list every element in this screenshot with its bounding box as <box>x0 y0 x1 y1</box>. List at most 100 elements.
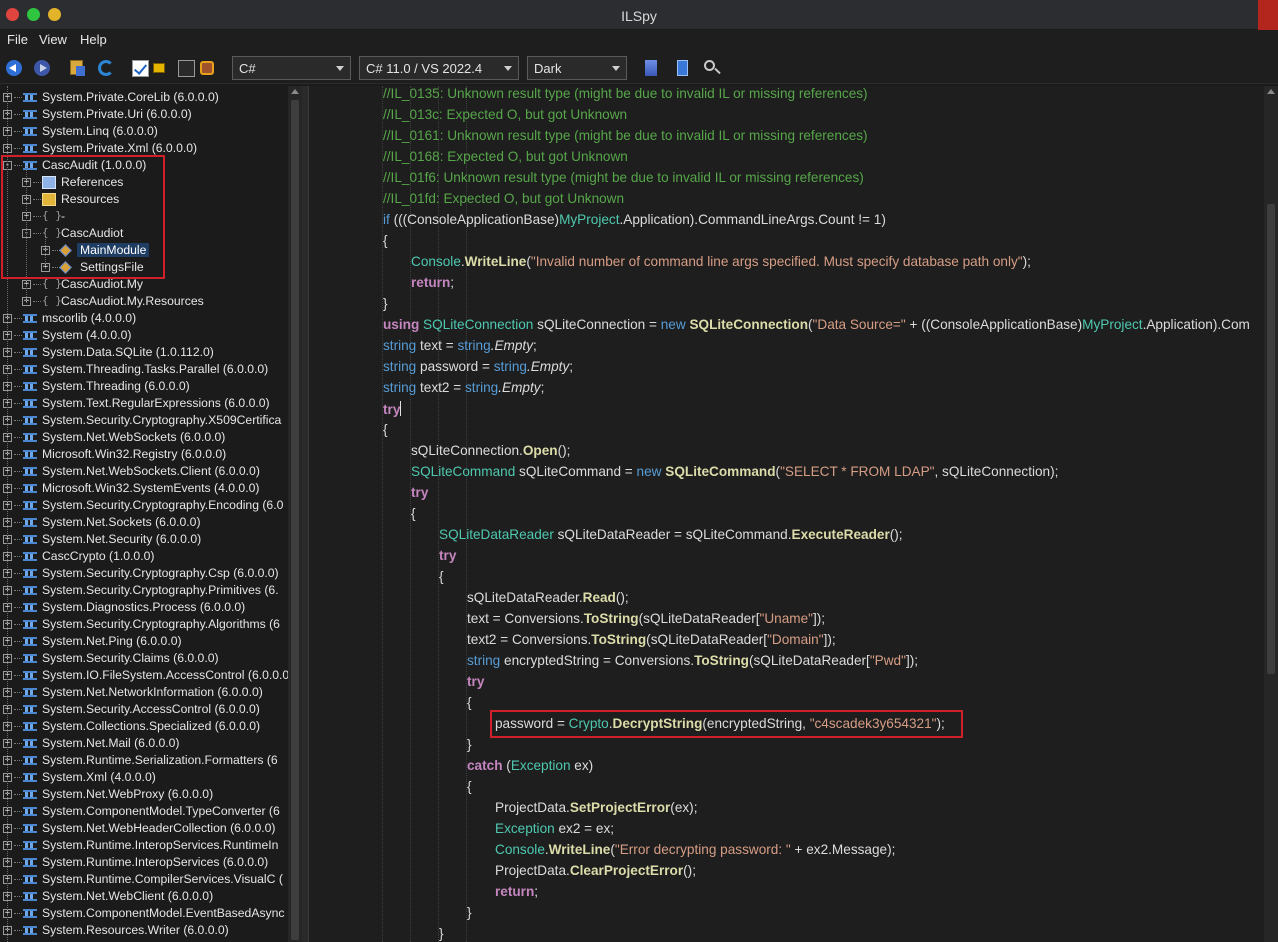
tree-node[interactable]: + System.Text.RegularExpressions (6.0.0.0… <box>0 395 288 412</box>
tree-node[interactable]: + System.Net.WebHeaderCollection (6.0.0.0… <box>0 820 288 837</box>
code-token: } <box>467 737 472 752</box>
code-token: WriteLine <box>464 254 527 269</box>
code-token: ToString <box>591 632 647 647</box>
search-icon[interactable] <box>704 60 715 71</box>
tree-node[interactable]: + System.Resources.Writer (6.0.0.0) <box>0 922 288 939</box>
tree-node[interactable]: + System.Runtime.InteropServices (6.0.0.0… <box>0 854 288 871</box>
menu-view[interactable]: View <box>39 32 67 47</box>
tree-node[interactable]: + System (4.0.0.0) <box>0 327 288 344</box>
scrollbar-thumb[interactable] <box>1267 204 1275 674</box>
tree-node-label: System.Net.NetworkInformation (6.0.0.0) <box>42 685 263 699</box>
tree-node[interactable]: + System.Xml (4.0.0.0) <box>0 769 288 786</box>
tree-node-label: mscorlib (4.0.0.0) <box>42 311 137 325</box>
tree-node[interactable]: + System.Runtime.CompilerServices.VisualC… <box>0 871 288 888</box>
scroll-up-arrow-icon[interactable] <box>291 89 299 94</box>
tree-node[interactable]: + System.Linq (6.0.0.0) <box>0 123 288 140</box>
tree-node[interactable]: + System.Security.Claims (6.0.0.0) <box>0 650 288 667</box>
scrollbar-thumb[interactable] <box>291 100 299 940</box>
tree-node[interactable]: + System.Net.WebProxy (6.0.0.0) <box>0 786 288 803</box>
tree-node[interactable]: + System.Runtime.Serialization.Formatters… <box>0 752 288 769</box>
menu-help[interactable]: Help <box>80 32 107 47</box>
tree-node[interactable]: + System.Net.WebSockets.Client (6.0.0.0) <box>0 463 288 480</box>
code-token: MyProject <box>1082 317 1143 332</box>
code-token: ConsoleApplicationBase <box>930 317 1078 332</box>
code-scrollbar[interactable] <box>1264 86 1278 942</box>
show-all-checkbox[interactable] <box>178 60 195 77</box>
back-icon[interactable] <box>6 60 22 76</box>
tree-connector <box>14 573 22 574</box>
tree-connector <box>14 811 22 812</box>
highlight-box <box>1 155 165 279</box>
code-token: ]); <box>813 611 826 626</box>
menu-file[interactable]: File <box>7 32 28 47</box>
tree-node[interactable]: + System.Security.Cryptography.Primitives… <box>0 582 288 599</box>
tree-node-label: System.Linq (6.0.0.0) <box>42 124 158 138</box>
tree-node-label: System.Net.WebSockets.Client (6.0.0.0) <box>42 464 260 478</box>
tree-node-label: System.Collections.Specialized (6.0.0.0) <box>42 719 261 733</box>
tree-node[interactable]: + System.Security.Cryptography.Csp (6.0.0… <box>0 565 288 582</box>
tree-node[interactable]: + System.Diagnostics.Process (6.0.0.0) <box>0 599 288 616</box>
code-token: SQLiteConnection <box>423 317 534 332</box>
tree-node[interactable]: + System.Private.Uri (6.0.0.0) <box>0 106 288 123</box>
code-token: "c4scadek3y654321" <box>809 716 937 731</box>
open-icon[interactable] <box>70 60 85 76</box>
code-line: text = Conversions.ToString(sQLiteDataRe… <box>467 611 825 632</box>
tree-scrollbar[interactable] <box>288 86 302 942</box>
tree-node[interactable]: + System.Security.Cryptography.Encoding (… <box>0 497 288 514</box>
tree-node[interactable]: + Microsoft.Win32.Registry (6.0.0.0) <box>0 446 288 463</box>
tree-node-label: System.Security.AccessControl (6.0.0.0) <box>42 702 260 716</box>
code-token: try <box>411 485 429 500</box>
assembly-icon <box>23 773 37 782</box>
code-line: { <box>383 233 388 254</box>
tree-node[interactable]: + System.Collections.Specialized (6.0.0.0… <box>0 718 288 735</box>
language-select[interactable]: C# <box>232 56 351 80</box>
tree-node-label: System.IO.FileSystem.AccessControl (6.0.… <box>42 668 288 682</box>
tree-node[interactable]: + System.Data.SQLite (1.0.112.0) <box>0 344 288 361</box>
scroll-up-arrow-icon[interactable] <box>1267 89 1275 94</box>
tree-node[interactable]: + System.Net.NetworkInformation (6.0.0.0) <box>0 684 288 701</box>
tree-node[interactable]: + System.IO.FileSystem.AccessControl (6.0… <box>0 667 288 684</box>
menu-bar: File View Help <box>0 30 1278 52</box>
tree-node[interactable]: + CascCrypto (1.0.0.0) <box>0 548 288 565</box>
tree-node[interactable]: + System.Runtime.InteropServices.RuntimeI… <box>0 837 288 854</box>
forward-icon[interactable] <box>34 60 50 76</box>
tree-node[interactable]: + System.Net.WebSockets (6.0.0.0) <box>0 429 288 446</box>
tree-node[interactable]: + System.Net.Sockets (6.0.0.0) <box>0 514 288 531</box>
assembly-icon <box>23 756 37 765</box>
tree-node[interactable]: + System.Threading.Tasks.Parallel (6.0.0.… <box>0 361 288 378</box>
tree-node[interactable]: + System.Threading (6.0.0.0) <box>0 378 288 395</box>
theme-select[interactable]: Dark <box>527 56 627 80</box>
tree-node[interactable]: + Microsoft.Win32.SystemEvents (4.0.0.0) <box>0 480 288 497</box>
tree-node[interactable]: + System.Net.Security (6.0.0.0) <box>0 531 288 548</box>
tree-connector <box>14 607 22 608</box>
tree-node[interactable]: + System.Net.Ping (6.0.0.0) <box>0 633 288 650</box>
tree-node[interactable]: +{ } CascAudiot.My.Resources <box>0 293 288 310</box>
tree-node-label: System.Security.Cryptography.Primitives … <box>42 583 279 597</box>
language-version-select[interactable]: C# 11.0 / VS 2022.4 <box>359 56 519 80</box>
code-token: Console <box>495 842 545 857</box>
refresh-icon[interactable] <box>98 60 114 76</box>
tree-node[interactable]: + System.Security.Cryptography.Algorithms… <box>0 616 288 633</box>
document-icon[interactable] <box>677 60 688 76</box>
tree-node[interactable]: + System.Security.Cryptography.X509Certif… <box>0 412 288 429</box>
tree-node[interactable]: + System.Net.WebClient (6.0.0.0) <box>0 888 288 905</box>
sort-icon[interactable] <box>645 60 657 76</box>
window-close-corner[interactable] <box>1258 0 1278 30</box>
tree-node[interactable]: + System.Private.CoreLib (6.0.0.0) <box>0 89 288 106</box>
key-icon[interactable] <box>200 61 214 75</box>
code-token: { <box>383 422 388 437</box>
tree-node[interactable]: + System.Security.AccessControl (6.0.0.0) <box>0 701 288 718</box>
show-public-only-checkbox[interactable] <box>132 60 149 77</box>
code-token: //IL_01f6: Unknown result type (might be… <box>383 170 864 185</box>
lock-icon[interactable] <box>153 63 165 73</box>
code-token: ExecuteReader <box>791 527 890 542</box>
tree-node[interactable]: + mscorlib (4.0.0.0) <box>0 310 288 327</box>
chevron-down-icon <box>612 66 620 71</box>
tree-node[interactable]: + System.Net.Mail (6.0.0.0) <box>0 735 288 752</box>
tree-node[interactable]: + System.ComponentModel.EventBasedAsync <box>0 905 288 922</box>
tree-node[interactable]: + System.ComponentModel.TypeConverter (6 <box>0 803 288 820</box>
code-editor[interactable]: //IL_0135: Unknown result type (might be… <box>308 86 1264 942</box>
code-token: "Uname" <box>759 611 813 626</box>
tree-connector <box>14 420 22 421</box>
code-line: string password = string.Empty; <box>383 359 573 380</box>
